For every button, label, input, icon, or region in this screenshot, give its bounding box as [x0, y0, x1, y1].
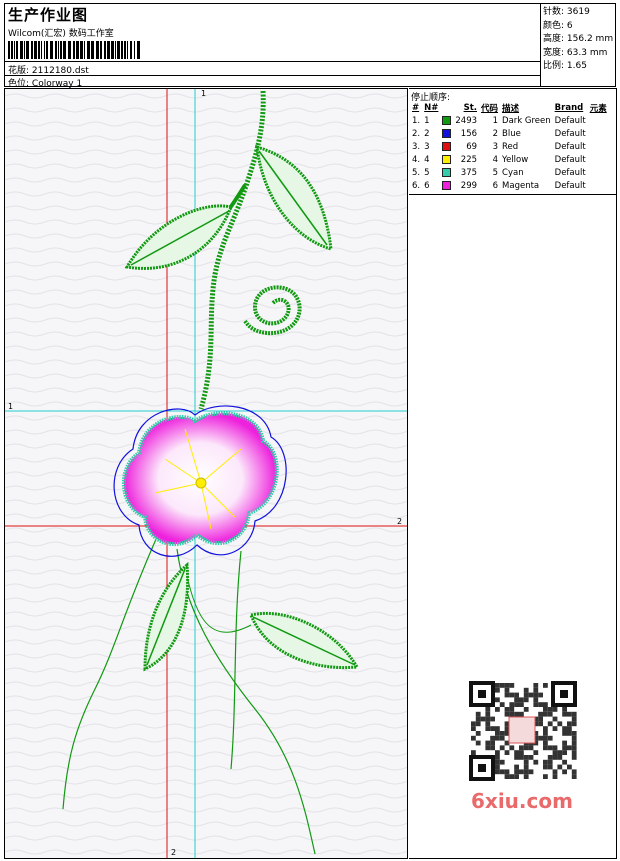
- row-index: 2.: [412, 128, 421, 139]
- production-sheet: 生产作业图 Wilcom(汇宏) 数码工作室 花版: 2112180.dst 色…: [0, 0, 620, 861]
- table-row[interactable]: 1. 1 2493 1 Dark Green Default: [410, 114, 609, 127]
- header-divider: [5, 61, 541, 62]
- row-color-swatch: [440, 166, 453, 179]
- sheet-header: 生产作业图 Wilcom(汇宏) 数码工作室 花版: 2112180.dst 色…: [4, 3, 616, 89]
- row-brand: Default: [554, 154, 586, 165]
- row-index: 6.: [412, 180, 421, 191]
- row-description: Magenta: [502, 180, 540, 191]
- color-swatch: [442, 141, 452, 151]
- qr-watermark-icon: [469, 681, 579, 781]
- row-code: 2: [492, 128, 499, 139]
- barcode-icon: [8, 41, 140, 59]
- color-swatch: [442, 128, 452, 138]
- row-stitches: 375: [460, 167, 478, 178]
- row-brand: Default: [554, 115, 586, 126]
- color-swatch: [442, 115, 452, 125]
- header-left: 生产作业图 Wilcom(汇宏) 数码工作室 花版: 2112180.dst 色…: [5, 4, 541, 89]
- col-brand: Brand: [554, 102, 584, 113]
- embroidery-preview: [5, 89, 407, 858]
- row-needle: 3: [424, 141, 430, 152]
- panel-divider: [409, 194, 616, 195]
- stat-width: 宽度: 63.3 mm: [543, 47, 608, 58]
- page-title: 生产作业图: [8, 6, 89, 24]
- company-name: Wilcom(汇宏) 数码工作室: [8, 29, 114, 39]
- row-description: Cyan: [502, 167, 524, 178]
- table-row[interactable]: 2. 2 156 2 Blue Default: [410, 127, 609, 140]
- row-description: Yellow: [502, 154, 529, 165]
- row-code: 6: [492, 180, 499, 191]
- watermark-text: 6xiu.com: [471, 789, 573, 813]
- row-needle: 4: [424, 154, 430, 165]
- guide-label-red-v: 2: [171, 848, 177, 857]
- stop-sequence-panel: 停止顺序: # N# St. 代码 描述 Brand 元素 1. 1 2493 1 Da…: [409, 88, 617, 859]
- row-brand: Default: [554, 128, 586, 139]
- row-index: 4.: [412, 154, 421, 165]
- color-swatch: [442, 180, 452, 190]
- design-stats: 针数: 3619 颜色: 6 高度: 156.2 mm 宽度: 63.3 mm …: [543, 6, 613, 74]
- col-description: 描述: [502, 103, 520, 114]
- table-header-row: # N# St. 代码 描述 Brand 元素: [410, 101, 609, 114]
- table-row[interactable]: 4. 4 225 4 Yellow Default: [410, 153, 609, 166]
- row-needle: 6: [424, 180, 430, 191]
- flower-center: [195, 477, 207, 489]
- row-color-swatch: [440, 127, 453, 140]
- guide-label-cyan-v: 1: [201, 89, 207, 98]
- col-swatch: [440, 101, 453, 114]
- row-brand: Default: [554, 167, 586, 178]
- row-color-swatch: [440, 179, 453, 192]
- col-stitches: St.: [463, 102, 478, 113]
- col-index: #: [412, 102, 420, 113]
- table-row[interactable]: 6. 6 299 6 Magenta Default: [410, 179, 609, 192]
- row-description: Blue: [502, 128, 521, 139]
- col-code: 代码: [481, 103, 499, 114]
- row-brand: Default: [554, 141, 586, 152]
- row-code: 1: [492, 115, 499, 126]
- row-description: Dark Green: [502, 115, 551, 126]
- col-element: 元素: [589, 103, 607, 114]
- color-swatch: [442, 154, 452, 164]
- row-index: 3.: [412, 141, 421, 152]
- stat-stitches: 针数: 3619: [543, 7, 590, 17]
- row-index: 5.: [412, 167, 421, 178]
- color-swatch: [442, 167, 452, 177]
- row-code: 4: [492, 154, 499, 165]
- row-stitches: 225: [460, 154, 478, 165]
- row-description: Red: [502, 141, 519, 152]
- row-needle: 5: [424, 167, 430, 178]
- row-color-swatch: [440, 114, 453, 127]
- row-stitches: 69: [466, 141, 478, 152]
- col-needle: N#: [424, 102, 439, 113]
- row-stitches: 299: [460, 180, 478, 191]
- stat-height: 高度: 156.2 mm: [543, 34, 614, 45]
- row-color-swatch: [440, 153, 453, 166]
- header-divider: [5, 75, 541, 76]
- row-index: 1.: [412, 115, 421, 126]
- design-canvas[interactable]: 1 1 2 2: [4, 88, 408, 859]
- row-needle: 2: [424, 128, 430, 139]
- guide-label-red-h: 2: [397, 517, 403, 526]
- row-stitches: 2493: [455, 115, 478, 126]
- row-color-swatch: [440, 140, 453, 153]
- row-needle: 1: [424, 115, 430, 126]
- color-sequence-table: # N# St. 代码 描述 Brand 元素 1. 1 2493 1 Dark Gre…: [410, 101, 609, 192]
- row-code: 3: [492, 141, 499, 152]
- row-brand: Default: [554, 180, 586, 191]
- row-code: 5: [492, 167, 499, 178]
- table-row[interactable]: 3. 3 69 3 Red Default: [410, 140, 609, 153]
- table-row[interactable]: 5. 5 375 5 Cyan Default: [410, 166, 609, 179]
- stat-colors: 颜色: 6: [543, 20, 573, 31]
- guide-label-cyan-h: 1: [8, 402, 14, 411]
- stat-scale: 比例: 1.65: [543, 61, 587, 72]
- row-stitches: 156: [460, 128, 478, 139]
